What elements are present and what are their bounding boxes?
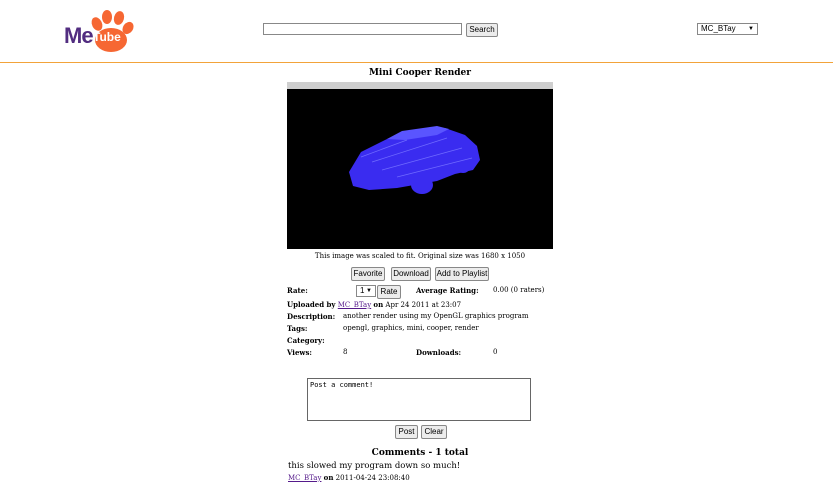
comment-author-link[interactable]: MC_BTay (288, 474, 321, 482)
car-render-image (349, 126, 480, 194)
uploader-link[interactable]: MC_BTay (338, 301, 371, 309)
upload-date: Apr 24 2011 at 23:07 (385, 301, 462, 309)
logo-tube-text: Tube (93, 30, 121, 44)
rate-select[interactable]: 1 ▼ (356, 285, 376, 297)
category-label: Category: (287, 336, 325, 345)
chevron-down-icon: ▼ (748, 26, 754, 32)
comment-body: this slowed my program down so much! (288, 461, 461, 471)
favorite-button[interactable]: Favorite (351, 267, 385, 281)
rate-select-value: 1 (360, 286, 365, 295)
average-rating-value: 0.00 (0 raters) (493, 286, 545, 294)
site-header: Me Tube Search MC_BTay ▼ (0, 0, 833, 63)
download-button[interactable]: Download (391, 267, 431, 281)
rate-label: Rate: (287, 286, 308, 295)
metube-logo[interactable]: Me Tube (64, 9, 134, 53)
downloads-label: Downloads: (416, 348, 462, 357)
description-value: another render using my OpenGL graphics … (343, 312, 529, 320)
average-rating-label: Average Rating: (416, 286, 479, 295)
comment-textarea[interactable]: Post a comment! (307, 378, 531, 421)
clear-comment-button[interactable]: Clear (421, 425, 447, 439)
on-label: on (373, 300, 384, 309)
chevron-down-icon: ▼ (366, 288, 372, 294)
user-menu-select[interactable]: MC_BTay ▼ (697, 23, 758, 35)
uploaded-by-label: Uploaded by (287, 300, 336, 309)
comment-meta: MC_BTay on 2011-04-24 23:08:40 (288, 473, 410, 482)
video-title: Mini Cooper Render (368, 68, 472, 78)
post-comment-button[interactable]: Post (395, 425, 418, 439)
views-label: Views: (287, 348, 312, 357)
search-input[interactable] (263, 23, 462, 35)
add-to-playlist-button[interactable]: Add to Playlist (435, 267, 489, 281)
tags-value: opengl, graphics, mini, cooper, render (343, 324, 479, 332)
views-value: 8 (343, 348, 348, 356)
comments-heading: Comments - 1 total (371, 448, 469, 458)
comment-date: 2011-04-24 23:08:40 (335, 474, 410, 482)
logo-me-text: Me (64, 23, 94, 48)
description-label: Description: (287, 312, 336, 321)
media-image[interactable] (287, 82, 553, 249)
search-button[interactable]: Search (466, 23, 498, 37)
downloads-value: 0 (493, 348, 498, 356)
scaled-caption: This image was scaled to fit. Original s… (314, 252, 526, 260)
uploaded-by-line: Uploaded by MC_BTay on Apr 24 2011 at 23… (287, 300, 461, 309)
user-menu-value: MC_BTay (701, 24, 736, 33)
tags-label: Tags: (287, 324, 308, 333)
comment-on-label: on (323, 473, 334, 482)
rate-button[interactable]: Rate (377, 285, 401, 299)
